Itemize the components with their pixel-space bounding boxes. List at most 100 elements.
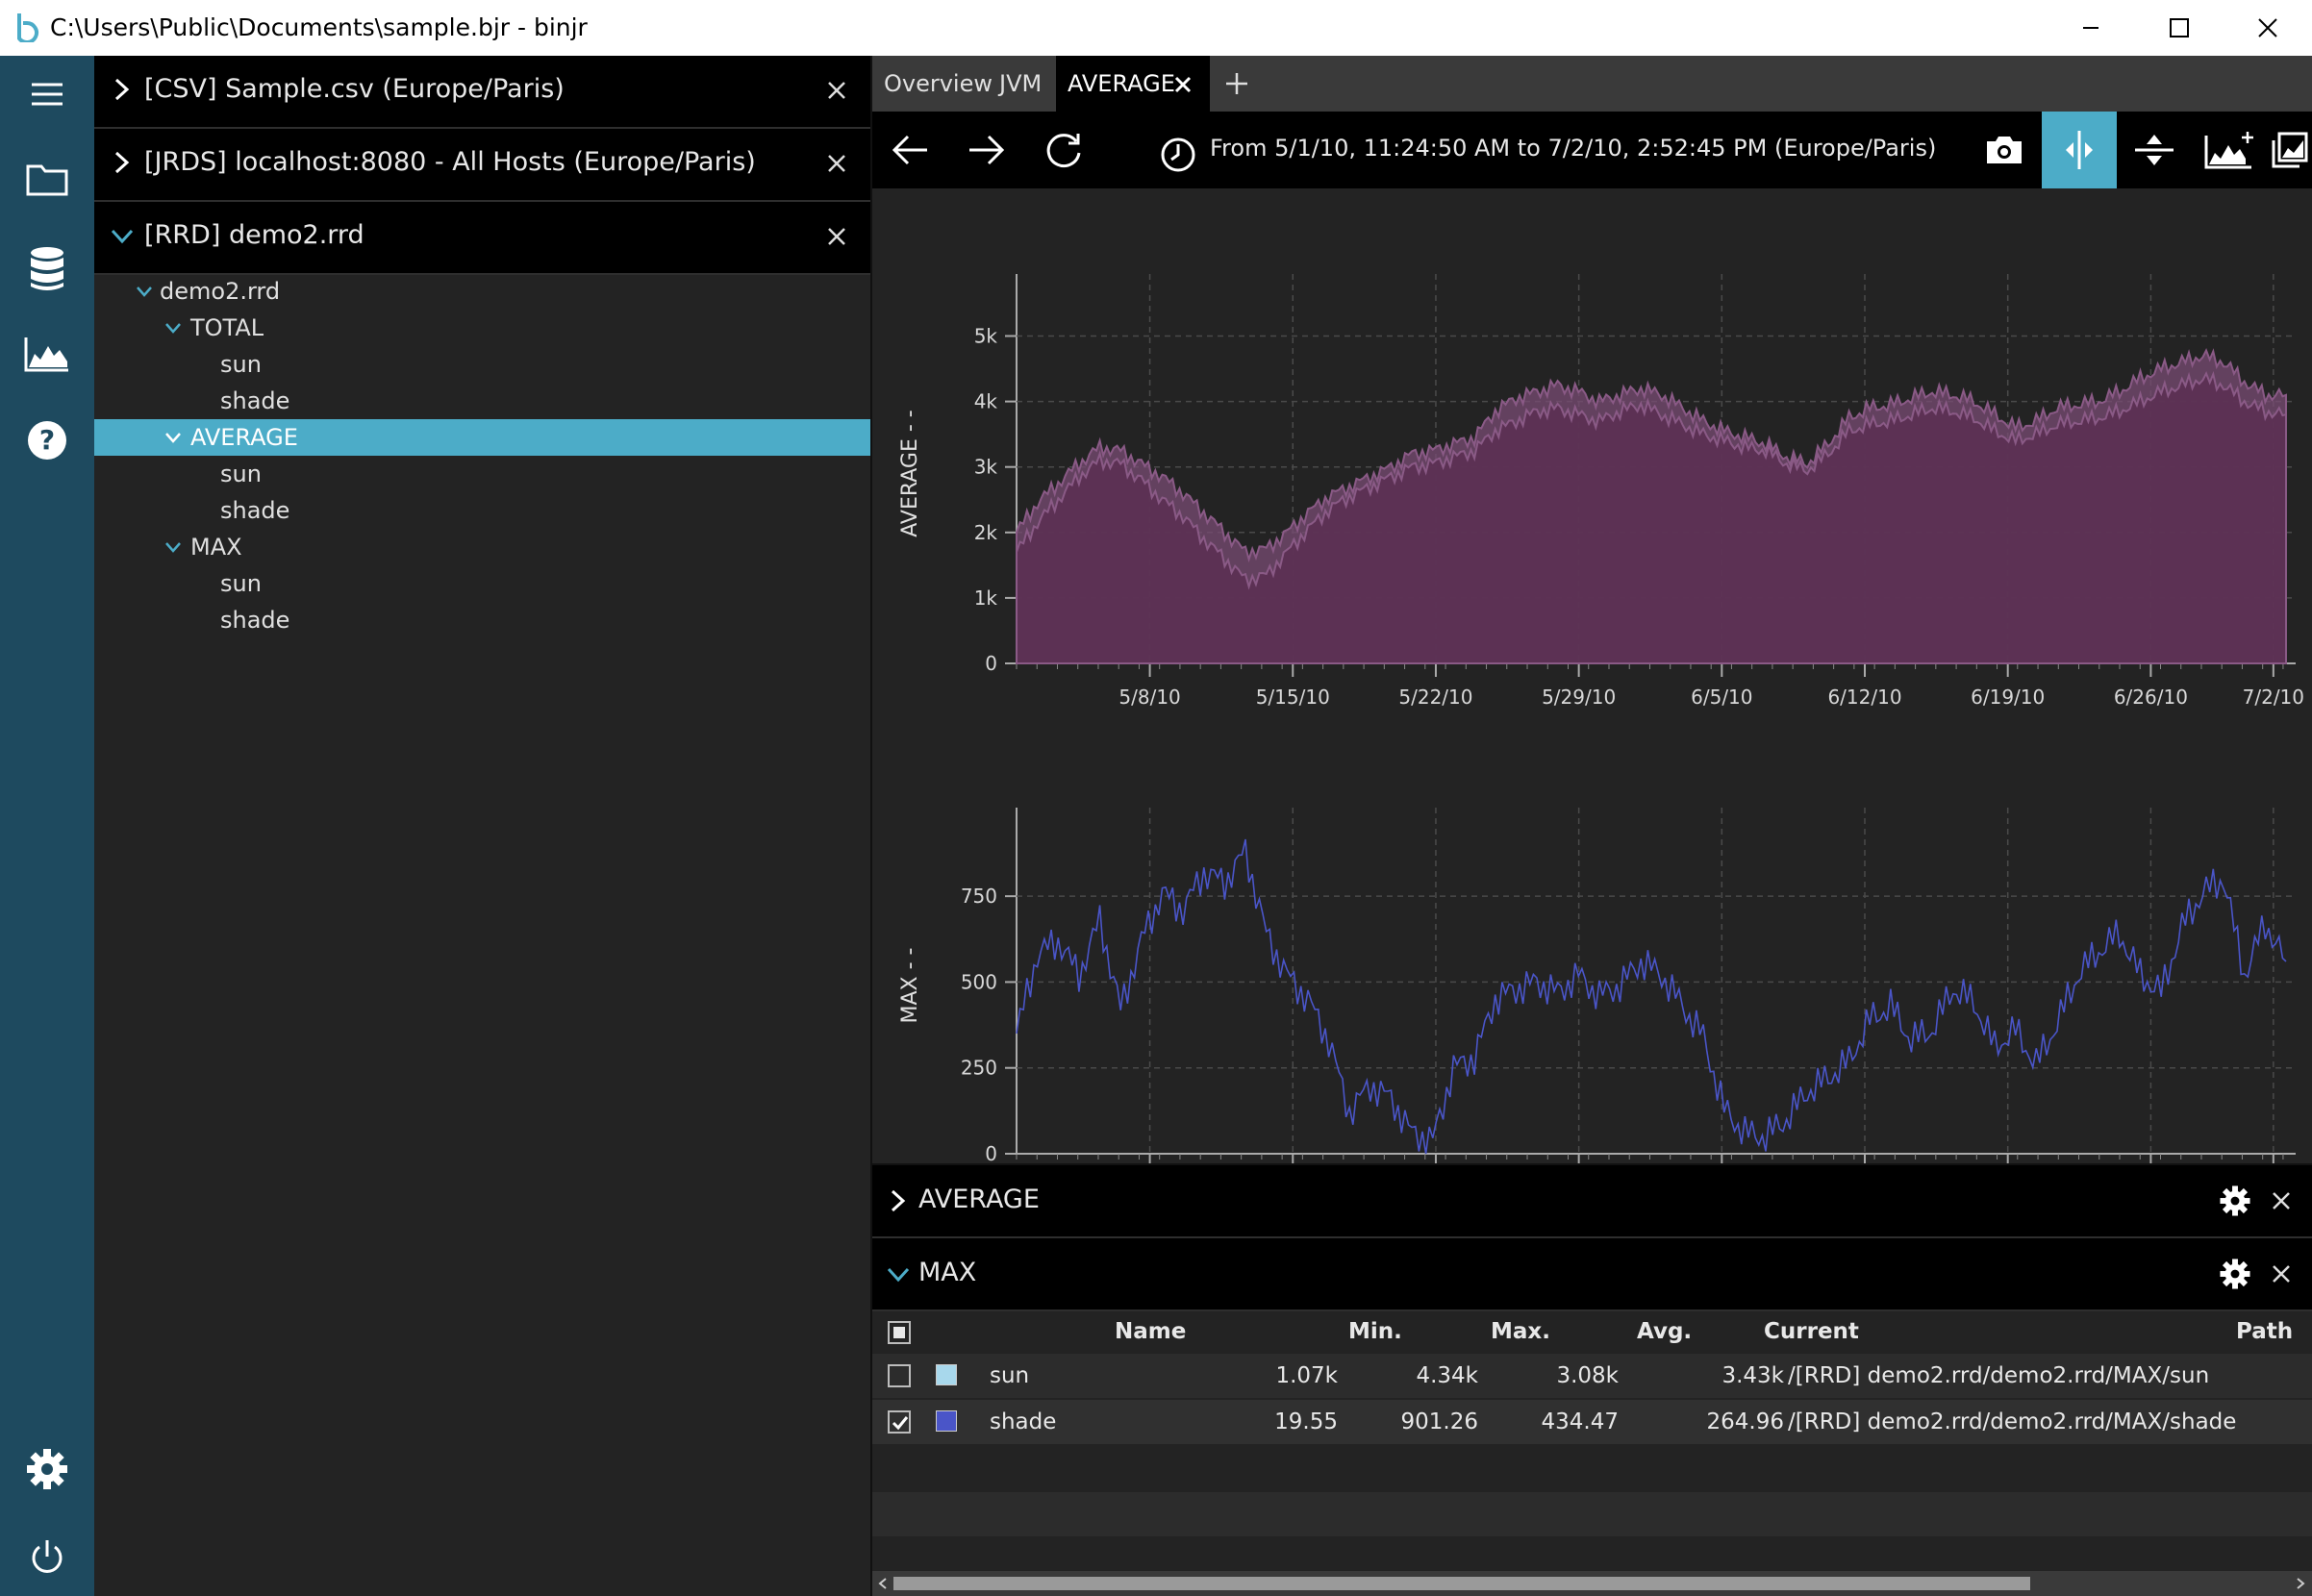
column-path[interactable]: Path [2236,1319,2293,1344]
menu-icon[interactable] [18,65,76,123]
chevron-down-icon[interactable] [163,537,183,557]
series-avg: 434.47 [1541,1409,1619,1434]
tree-item-max[interactable]: MAX [94,529,870,565]
source-header-rrd[interactable]: [RRD] demo2.rrd [94,202,870,275]
gear-icon[interactable] [2219,1258,2251,1290]
close-icon[interactable] [823,150,850,177]
back-button[interactable] [872,112,947,188]
maximize-button[interactable] [2135,0,2224,56]
series-color-swatch[interactable] [936,1364,957,1385]
refresh-button[interactable] [1026,112,1101,188]
add-tab-icon[interactable] [1224,71,1249,96]
column-name[interactable]: Name [1115,1319,1186,1344]
close-icon[interactable] [2269,1261,2294,1286]
tab-overview[interactable]: Overview [884,56,993,112]
panel-title: AVERAGE [918,1185,1040,1214]
tree-item-total-shade[interactable]: shade [94,383,870,419]
horizontal-marker-button[interactable] [2117,112,2192,188]
close-icon[interactable] [823,223,850,250]
charts-icon[interactable] [18,325,76,383]
title-bar: C:\Users\Public\Documents\sample.bjr - b… [0,0,2312,57]
tab-jvm[interactable]: JVM [999,56,1042,112]
tab-average[interactable]: AVERAGE [1056,56,1210,112]
tree-item-average[interactable]: AVERAGE [94,419,870,456]
chevron-down-icon[interactable] [163,428,183,447]
worksheet-toolbar: From 5/1/10, 11:24:50 AM to 7/2/10, 2:52… [872,112,2312,188]
column-current[interactable]: Current [1764,1319,1859,1344]
column-avg[interactable]: Avg. [1637,1319,1692,1344]
tree-item-total[interactable]: TOTAL [94,310,870,346]
y-tick-label: 750 [961,885,997,908]
time-range-selector[interactable]: From 5/1/10, 11:24:50 AM to 7/2/10, 2:52… [1210,135,1936,162]
chevron-down-icon[interactable] [108,221,137,250]
minimize-button[interactable] [2047,0,2135,56]
power-icon[interactable] [18,1529,76,1586]
close-tab-icon[interactable] [1173,75,1193,94]
horizontal-scrollbar[interactable] [872,1571,2312,1596]
table-row[interactable]: sun 1.07k 4.34k 3.08k 3.43k /[RRD] demo2… [872,1354,2312,1398]
x-tick-label: 5/22/10 [1398,686,1472,709]
panel-header-average[interactable]: AVERAGE [872,1165,2312,1238]
vertical-marker-icon [2066,131,2093,169]
chart-layout-button[interactable] [2267,112,2312,188]
help-icon[interactable]: ? [18,411,76,469]
chevron-down-icon[interactable] [163,318,183,337]
chevron-down-icon[interactable] [135,282,154,301]
series-visible-checkbox[interactable] [888,1410,911,1434]
source-header-csv[interactable]: [CSV] Sample.csv (Europe/Paris) [94,56,870,129]
x-tick-label: 6/26/10 [2114,686,2188,709]
folder-icon[interactable] [18,150,76,208]
average-chart[interactable]: 5/8/10 5/15/10 5/22/10 5/29/10 6/5/10 6/12/10… [872,192,2312,731]
y-tick-label: 0 [985,1142,997,1165]
y-axis-label: AVERAGE - - [898,410,922,536]
panel-header-max[interactable]: MAX [872,1238,2312,1311]
clock-icon[interactable] [1160,137,1196,173]
tree-item-max-sun[interactable]: sun [94,565,870,602]
series-min: 19.55 [1274,1409,1338,1434]
chevron-right-icon[interactable] [884,1186,913,1215]
series-color-swatch[interactable] [936,1410,957,1432]
close-window-button[interactable] [2224,0,2312,56]
scroll-left-icon[interactable] [876,1577,890,1590]
stacked-charts-icon [2272,132,2307,168]
max-chart[interactable]: 5/8/105/15/105/22/105/29/106/5/106/12/10… [872,731,2312,1221]
chevron-right-icon[interactable] [108,75,137,104]
y-tick-label: 1k [974,586,998,610]
tree-item-max-shade[interactable]: shade [94,602,870,638]
series-avg: 3.08k [1556,1363,1619,1388]
series-max: 901.26 [1400,1409,1478,1434]
add-chart-button[interactable] [2192,112,2267,188]
y-tick-label: 3k [974,456,998,479]
series-visible-checkbox[interactable] [888,1364,911,1387]
database-icon[interactable] [18,240,76,298]
horizontal-marker-icon [2135,135,2174,165]
column-min[interactable]: Min. [1348,1319,1402,1344]
source-header-jrds[interactable]: [JRDS] localhost:8080 - All Hosts (Europ… [94,129,870,202]
table-row[interactable]: shade 19.55 901.26 434.47 264.96 /[RRD] … [872,1400,2312,1444]
source-label: [CSV] Sample.csv (Europe/Paris) [144,74,565,104]
select-all-checkbox[interactable] [888,1321,911,1344]
chevron-down-icon[interactable] [884,1259,913,1288]
tree-item-average-shade[interactable]: shade [94,492,870,529]
vertical-marker-button[interactable] [2042,112,2117,188]
series-path: /[RRD] demo2.rrd/demo2.rrd/MAX/shade [1788,1409,2237,1434]
tree-item-average-sun[interactable]: sun [94,456,870,492]
tree-item-demo2-rrd[interactable]: demo2.rrd [94,273,870,310]
x-tick-label: 5/15/10 [1256,686,1330,709]
snapshot-button[interactable] [1967,112,2042,188]
scrollbar-thumb[interactable] [893,1577,2030,1590]
gear-icon[interactable] [2219,1185,2251,1217]
settings-icon[interactable] [18,1440,76,1498]
line-series-shade [1016,838,2287,1155]
forward-button[interactable] [949,112,1024,188]
table-empty-row [872,1492,2312,1536]
arrow-right-icon [969,135,1005,165]
tab-bar: Overview JVM AVERAGE [872,56,2312,112]
scroll-right-icon[interactable] [2294,1577,2307,1590]
column-max[interactable]: Max. [1491,1319,1550,1344]
close-icon[interactable] [2269,1188,2294,1213]
chevron-right-icon[interactable] [108,148,137,177]
close-icon[interactable] [823,77,850,104]
y-tick-label: 4k [974,390,998,413]
tree-item-total-sun[interactable]: sun [94,346,870,383]
